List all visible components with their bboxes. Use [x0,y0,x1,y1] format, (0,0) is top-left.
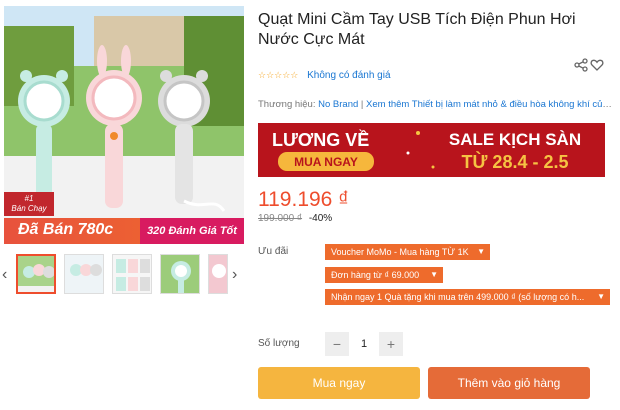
promo-chip-momo[interactable]: Voucher MoMo - Mua hàng TỪ 1K ▼ [325,244,490,260]
next-thumbnail-icon[interactable]: › [232,266,237,284]
banner-left-button: MUA NGAY [294,155,358,169]
chevron-down-icon: ▼ [477,247,485,256]
quantity-label: Số lượng [258,338,300,349]
chevron-down-icon: ▼ [430,270,438,279]
thumbnail[interactable] [160,254,200,294]
buy-now-button[interactable]: Mua ngay [258,367,420,399]
original-price: 199.000 ₫ [258,213,303,224]
current-price: 119.196 ₫ [258,188,349,211]
promo-chip-label: Đơn hàng từ ₫ 69.000 [331,270,420,280]
promo-chip-label: Voucher MoMo - Mua hàng TỪ 1K [331,247,469,257]
add-to-cart-button[interactable]: Thêm vào giỏ hàng [428,367,590,399]
quantity-input[interactable] [349,332,379,356]
brand-separator: | [358,99,367,110]
rating-row: ☆☆☆☆☆ Không có đánh giá [258,58,614,84]
no-rating-link[interactable]: Không có đánh giá [307,70,390,81]
brand-link[interactable]: No Brand [318,99,358,110]
product-title: Quạt Mini Cầm Tay USB Tích Điện Phun Hơi… [258,11,576,48]
brand-label: Thương hiệu: [258,99,316,110]
quantity-increase-button[interactable]: + [379,332,403,356]
banner-left-top: LƯƠNG VỀ [272,129,369,150]
thumbnail[interactable] [64,254,104,294]
good-reviews-tag: 320 Đánh Giá Tốt [140,218,244,244]
bestseller-rank: #1 [24,194,34,203]
share-icon[interactable] [574,58,588,72]
chevron-down-icon: ▼ [597,292,605,301]
heart-icon[interactable] [590,58,604,72]
sale-banner[interactable]: LƯƠNG VỀ MUA NGAY SALE KỊCH SÀN TỪ 28.4 … [258,123,605,177]
banner-right-bottom: TỪ 28.4 - 2.5 [462,151,569,172]
quantity-decrease-button[interactable]: − [325,332,349,356]
bestseller-badge: #1 Bán Chạy [4,192,54,216]
promo-chip-label: Nhận ngay 1 Quà tặng khi mua trên 499.00… [331,292,585,302]
promo-chip-gift[interactable]: Nhận ngay 1 Quà tặng khi mua trên 499.00… [325,289,610,305]
sold-count-text: Đã Bán 780c [18,221,114,238]
discount-percent: -40% [308,213,333,224]
thumbnail-strip: ‹ › [0,252,248,298]
promotions-label: Ưu đãi [258,246,289,257]
old-price-row: 199.000 ₫ -40% [258,213,332,224]
thumbnail[interactable] [112,254,152,294]
promo-chip-min-order[interactable]: Đơn hàng từ ₫ 69.000 ▼ [325,267,443,283]
thumbnail[interactable] [16,254,56,294]
quantity-stepper: − + [325,332,403,356]
brand-row: Thương hiệu: No Brand | Xem thêm Thiết b… [258,99,614,110]
banner-right-top: SALE KỊCH SÀN [449,130,581,149]
bestseller-label: Bán Chạy [11,204,47,213]
rating-stars: ☆☆☆☆☆ [258,70,299,80]
prev-thumbnail-icon[interactable]: ‹ [2,266,7,284]
thumbnail[interactable] [208,254,228,294]
sold-count-bar: Đã Bán 780c 320 Đánh Giá Tốt [4,218,244,244]
more-similar-link[interactable]: Xem thêm Thiết bị làm mát nhỏ & điều hòa… [366,99,614,110]
product-gallery: #1 Bán Chạy Đã Bán 780c 320 Đánh Giá Tốt… [0,0,248,300]
